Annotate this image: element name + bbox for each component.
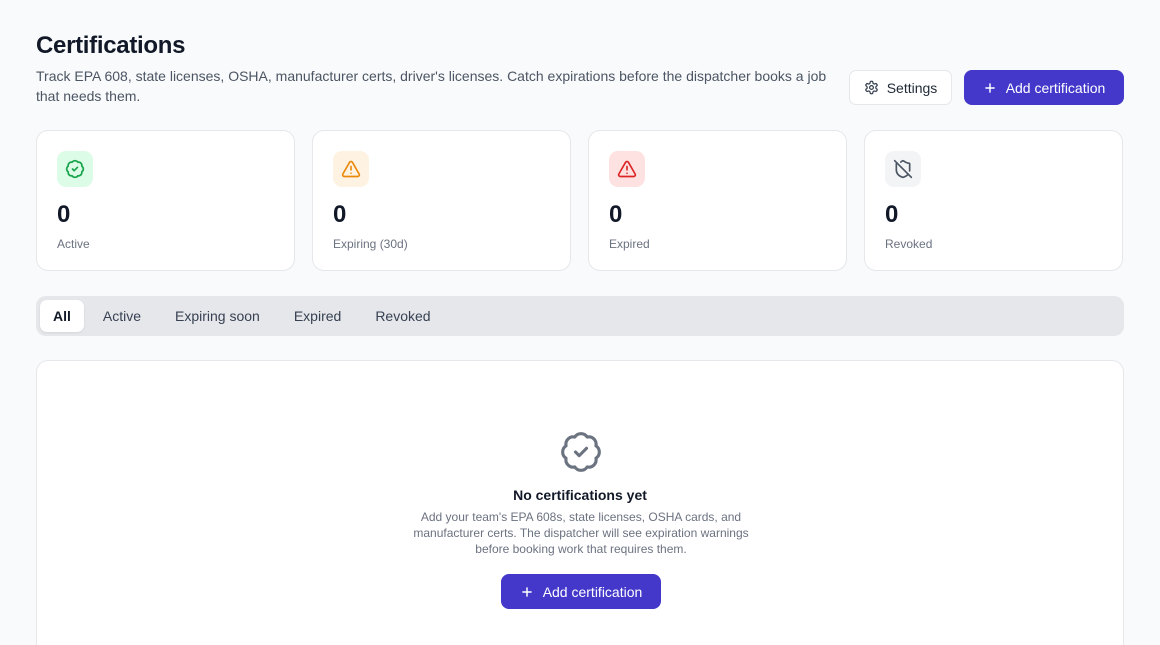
stat-card-expiring: 0 Expiring (30d) — [312, 130, 571, 271]
stats-row: 0 Active 0 Expiring (30d) 0 Expired 0 Re… — [36, 130, 1124, 271]
stat-card-expired: 0 Expired — [588, 130, 847, 271]
empty-state-title: No certifications yet — [513, 487, 647, 503]
tab-expired[interactable]: Expired — [277, 300, 358, 332]
warning-triangle-icon — [333, 151, 369, 187]
stat-label: Active — [57, 237, 90, 251]
plus-icon — [983, 81, 997, 95]
stat-value: 0 — [57, 201, 71, 228]
badge-check-icon — [559, 430, 603, 474]
empty-state: No certifications yet Add your team's EP… — [36, 360, 1124, 645]
tab-expiring-soon[interactable]: Expiring soon — [158, 300, 277, 332]
page-header: Certifications Track EPA 608, state lice… — [36, 32, 1124, 108]
tab-active[interactable]: Active — [86, 300, 158, 332]
filter-tabs: All Active Expiring soon Expired Revoked — [36, 296, 1124, 336]
stat-label: Expired — [609, 237, 650, 251]
tab-revoked[interactable]: Revoked — [358, 300, 447, 332]
stat-card-revoked: 0 Revoked — [864, 130, 1123, 271]
empty-state-description: Add your team's EPA 608s, state licenses… — [413, 510, 749, 556]
add-certification-button[interactable]: Add certification — [501, 574, 661, 609]
add-certification-button[interactable]: Add certification — [964, 70, 1124, 105]
stat-value: 0 — [885, 201, 899, 228]
stat-label: Expiring (30d) — [333, 237, 408, 251]
plus-icon — [520, 585, 534, 599]
stat-value: 0 — [609, 201, 623, 228]
badge-check-icon — [57, 151, 93, 187]
add-certification-label: Add certification — [542, 583, 643, 600]
tab-all[interactable]: All — [40, 300, 84, 332]
add-certification-label: Add certification — [1005, 79, 1106, 96]
stat-card-active: 0 Active — [36, 130, 295, 271]
page-title: Certifications — [36, 32, 186, 59]
page-subtitle: Track EPA 608, state licenses, OSHA, man… — [36, 68, 827, 104]
settings-button[interactable]: Settings — [849, 70, 952, 105]
stat-value: 0 — [333, 201, 347, 228]
stat-label: Revoked — [885, 237, 933, 251]
alert-triangle-icon — [609, 151, 645, 187]
gear-icon — [864, 80, 879, 95]
settings-button-label: Settings — [886, 79, 938, 96]
shield-off-icon — [885, 151, 921, 187]
certifications-page: Certifications Track EPA 608, state lice… — [0, 0, 1160, 645]
